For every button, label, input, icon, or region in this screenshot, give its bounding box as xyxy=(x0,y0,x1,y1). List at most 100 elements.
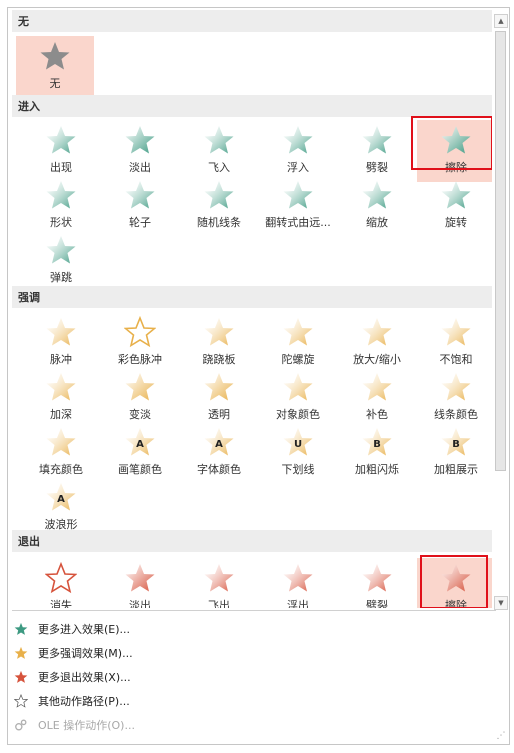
resize-grip-icon[interactable]: ⋰ xyxy=(494,729,508,743)
star-fly-in-icon xyxy=(204,126,234,154)
menu-item-label: 更多强调效果(M)... xyxy=(38,647,133,660)
star-float-in-icon xyxy=(283,126,313,154)
effect-star-random-bars[interactable]: 随机线条 xyxy=(180,175,258,237)
section-header-exit: 退出 xyxy=(12,530,492,552)
animation-gallery-panel: 无 无 进入 出现 淡出 飞入 浮入 劈裂 擦除 形状 轮子 随机线条 翻转式由远... 缩放 旋转弹… xyxy=(7,7,510,745)
effect-star-desaturate[interactable]: 不饱和 xyxy=(417,312,492,374)
effect-label: 线条颜色 xyxy=(434,408,478,421)
star-random-bars-icon xyxy=(204,181,234,209)
letter-glyph: A xyxy=(215,439,223,450)
effect-star-fly-in[interactable]: 飞入 xyxy=(180,120,258,182)
effect-star-grow-turn[interactable]: 翻转式由远... xyxy=(259,175,337,237)
menu-item-3[interactable]: 其他动作路径(P)... xyxy=(14,690,130,712)
star-bold-flash-icon: B xyxy=(362,428,392,456)
star-fade-out-icon xyxy=(125,564,155,592)
star-appear-icon xyxy=(46,126,76,154)
star-zoom-icon xyxy=(362,181,392,209)
outline-star-icon xyxy=(14,694,28,708)
effect-star-split-out[interactable]: 劈裂 xyxy=(338,558,416,608)
effect-label: 字体颜色 xyxy=(197,463,241,476)
effect-label: 陀螺旋 xyxy=(281,353,315,366)
effect-star-wheel[interactable]: 轮子 xyxy=(101,175,179,237)
star-spin-icon xyxy=(283,318,313,346)
effect-star-brush-color[interactable]: A 画笔颜色 xyxy=(101,422,179,484)
effect-star-spin[interactable]: 陀螺旋 xyxy=(259,312,337,374)
star-disappear-icon xyxy=(45,562,77,594)
effect-star-underline[interactable]: U 下划线 xyxy=(259,422,337,484)
star-pulse-icon xyxy=(46,318,76,346)
effect-star-bounce[interactable]: 弹跳 xyxy=(22,230,100,292)
effect-none[interactable]: 无 xyxy=(16,36,94,98)
effect-star-appear[interactable]: 出现 xyxy=(22,120,100,182)
effect-label: 形状 xyxy=(50,216,72,229)
effect-star-grow-shrink[interactable]: 放大/缩小 xyxy=(338,312,416,374)
letter-glyph: A xyxy=(136,439,144,450)
effect-star-teeter[interactable]: 跷跷板 xyxy=(180,312,258,374)
effect-star-zoom[interactable]: 缩放 xyxy=(338,175,416,237)
effect-label: 脉冲 xyxy=(50,353,72,366)
menu-item-4: OLE 操作动作(O)... xyxy=(14,714,135,736)
effect-label: 透明 xyxy=(208,408,230,421)
effect-label: 浮出 xyxy=(287,599,309,608)
star-swivel-icon xyxy=(441,181,471,209)
effect-star-complementary[interactable]: 补色 xyxy=(338,367,416,429)
effect-label: 画笔颜色 xyxy=(118,463,162,476)
star-underline-icon: U xyxy=(283,428,313,456)
effect-star-darken[interactable]: 加深 xyxy=(22,367,100,429)
menu-item-2[interactable]: 更多退出效果(X)... xyxy=(14,666,131,688)
menu-item-0[interactable]: 更多进入效果(E)... xyxy=(14,618,130,640)
star-wheel-icon xyxy=(125,181,155,209)
effect-label: 变淡 xyxy=(129,408,151,421)
star-float-out-icon xyxy=(283,564,313,592)
scroll-up-button[interactable]: ▲ xyxy=(494,14,508,28)
effect-label: 弹跳 xyxy=(50,271,72,284)
effect-star-line-color[interactable]: 线条颜色 xyxy=(417,367,492,429)
section-header-emphasis: 强调 xyxy=(12,286,492,308)
star-font-color-icon: A xyxy=(204,428,234,456)
effect-label: 放大/缩小 xyxy=(353,353,401,366)
scroll-thumb[interactable] xyxy=(495,31,506,471)
star-fade-icon xyxy=(125,126,155,154)
effect-star-float-in[interactable]: 浮入 xyxy=(259,120,337,182)
effect-star-pulse[interactable]: 脉冲 xyxy=(22,312,100,374)
effect-star-color-pulse[interactable]: 彩色脉冲 xyxy=(101,312,179,374)
effect-star-swivel[interactable]: 旋转 xyxy=(417,175,492,237)
menu-item-label: 其他动作路径(P)... xyxy=(38,695,130,708)
ole-action-icon xyxy=(15,719,27,731)
star-split-icon xyxy=(362,126,392,154)
vertical-scrollbar[interactable]: ▲ ▼ xyxy=(494,14,508,610)
star-shape-icon xyxy=(46,181,76,209)
effect-label: 出现 xyxy=(50,161,72,174)
menu-item-1[interactable]: 更多强调效果(M)... xyxy=(14,642,133,664)
effect-label: 劈裂 xyxy=(366,161,388,174)
effect-label: 浮入 xyxy=(287,161,309,174)
effect-star-font-color[interactable]: A 字体颜色 xyxy=(180,422,258,484)
star-transparency-icon xyxy=(204,373,234,401)
effect-star-disappear[interactable]: 消失 xyxy=(22,558,100,608)
effect-star-shape[interactable]: 形状 xyxy=(22,175,100,237)
star-bold-reveal-icon: B xyxy=(441,428,471,456)
section-header-none: 无 xyxy=(12,10,492,32)
effect-label: 跷跷板 xyxy=(202,353,236,366)
green-star-icon xyxy=(14,622,28,635)
effect-star-float-out[interactable]: 浮出 xyxy=(259,558,337,608)
effect-label: 补色 xyxy=(366,408,388,421)
effect-star-fill-color[interactable]: 填充颜色 xyxy=(22,422,100,484)
effect-star-transparency[interactable]: 透明 xyxy=(180,367,258,429)
effect-star-lighten[interactable]: 变淡 xyxy=(101,367,179,429)
effect-star-bold-reveal[interactable]: B 加粗展示 xyxy=(417,422,492,484)
effect-label: 旋转 xyxy=(445,216,467,229)
effect-star-object-color[interactable]: 对象颜色 xyxy=(259,367,337,429)
star-teeter-icon xyxy=(204,318,234,346)
effect-star-fade-out[interactable]: 淡出 xyxy=(101,558,179,608)
effect-star-fly-out[interactable]: 飞出 xyxy=(180,558,258,608)
effect-star-split[interactable]: 劈裂 xyxy=(338,120,416,182)
effect-star-fade[interactable]: 淡出 xyxy=(101,120,179,182)
effect-label: 飞入 xyxy=(208,161,230,174)
section-header-entrance: 进入 xyxy=(12,95,492,117)
star-fill-color-icon xyxy=(46,428,76,456)
menu-item-label: 更多进入效果(E)... xyxy=(38,623,131,636)
effect-label: 淡出 xyxy=(129,161,151,174)
scroll-down-button[interactable]: ▼ xyxy=(494,596,508,610)
effect-star-bold-flash[interactable]: B 加粗闪烁 xyxy=(338,422,416,484)
